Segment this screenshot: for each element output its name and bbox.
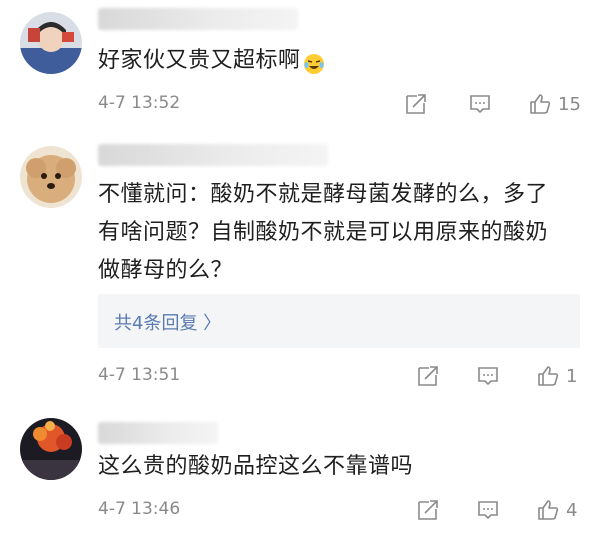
thumbs-up-icon <box>538 366 559 386</box>
laughing-crying-emoji-icon <box>303 50 325 74</box>
comment-icon <box>478 501 498 520</box>
comment-text-line: 有啥问题？自制酸奶不就是可以用原来的酸奶 <box>98 220 549 245</box>
comment-text: 好家伙又贵又超标啊 <box>98 42 578 80</box>
like-count: 4 <box>566 499 578 521</box>
share-icon <box>418 366 438 386</box>
comment-text-line: 不懂就问：酸奶不就是酵母菌发酵的么，多了 <box>98 182 549 207</box>
comment-item: 不懂就问：酸奶不就是酵母菌发酵的么，多了 有啥问题？自制酸奶不就是可以用原来的酸… <box>0 130 598 400</box>
timestamp: 4-7 13:52 <box>98 93 181 113</box>
comment-button[interactable] <box>468 90 492 118</box>
share-button[interactable] <box>416 496 440 524</box>
avatar-image <box>20 146 82 208</box>
comment-text-line: 做酵母的么？ <box>98 258 234 283</box>
comment-meta: 4-7 13:51 1 <box>98 362 588 390</box>
like-button[interactable]: 4 <box>536 496 577 524</box>
reply-box[interactable]: 共4条回复 〉 <box>98 294 580 348</box>
view-replies-link[interactable]: 共4条回复 〉 <box>114 309 221 335</box>
share-icon <box>406 94 426 114</box>
avatar-image <box>20 12 82 74</box>
comment-icon <box>478 367 498 386</box>
comment-item: 这么贵的酸奶品控这么不靠谱吗 4-7 13:46 4 <box>0 400 598 536</box>
comment-button[interactable] <box>476 496 500 524</box>
share-button[interactable] <box>416 362 440 390</box>
comment-meta: 4-7 13:52 15 <box>98 90 588 118</box>
avatar[interactable] <box>20 418 82 480</box>
username-redacted <box>98 422 218 444</box>
thumbs-up-icon <box>538 500 559 520</box>
like-button[interactable]: 1 <box>536 362 577 390</box>
username-redacted <box>98 144 328 166</box>
comment-icon <box>470 95 490 114</box>
comment-text: 这么贵的酸奶品控这么不靠谱吗 <box>98 454 414 479</box>
thumbs-up-icon <box>530 94 551 114</box>
comment-item: 好家伙又贵又超标啊 4-7 13:52 15 <box>0 0 598 130</box>
like-count: 15 <box>558 93 581 115</box>
username-redacted <box>98 8 298 30</box>
comment-button[interactable] <box>476 362 500 390</box>
avatar-image <box>20 418 82 480</box>
comment-meta: 4-7 13:46 4 <box>98 496 588 524</box>
avatar[interactable] <box>20 146 82 208</box>
share-icon <box>418 500 438 520</box>
like-count: 1 <box>566 365 578 387</box>
timestamp: 4-7 13:51 <box>98 365 181 385</box>
share-button[interactable] <box>404 90 428 118</box>
like-button[interactable]: 15 <box>528 90 581 118</box>
comment-text: 不懂就问：酸奶不就是酵母菌发酵的么，多了 有啥问题？自制酸奶不就是可以用原来的酸… <box>98 176 578 290</box>
timestamp: 4-7 13:46 <box>98 499 181 519</box>
avatar[interactable] <box>20 12 82 74</box>
